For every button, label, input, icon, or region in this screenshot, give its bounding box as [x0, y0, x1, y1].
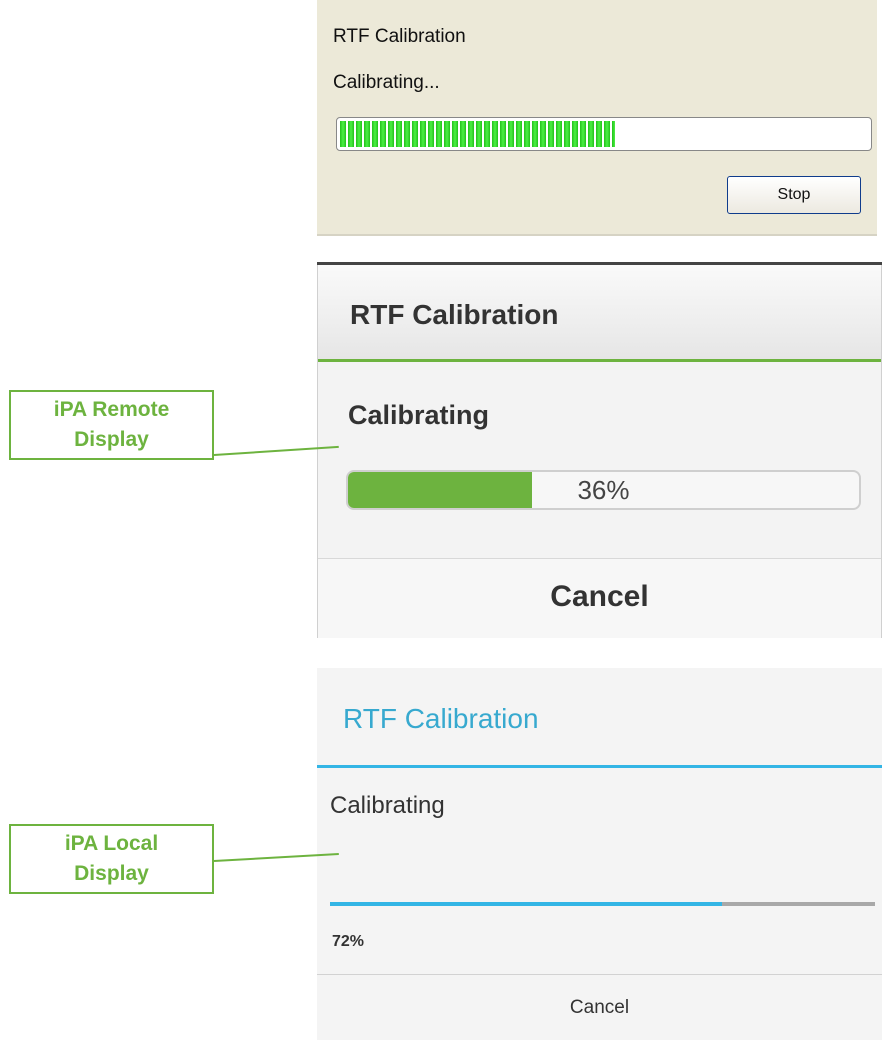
desktop-calibration-dialog: RTF Calibration Calibrating... Stop [317, 0, 877, 236]
dialog-title: RTF Calibration [343, 703, 539, 734]
callout-remote-display: iPA Remote Display [9, 390, 214, 460]
dialog-title: RTF Calibration [350, 299, 559, 330]
cancel-button[interactable]: Cancel [317, 975, 882, 1040]
status-text: Calibrating... [333, 72, 440, 93]
progress-bar [336, 117, 872, 151]
local-calibration-dialog: RTF Calibration Calibrating 72% Cancel [317, 668, 882, 1040]
title-divider [317, 765, 882, 768]
progress-bar: 36% [346, 470, 861, 510]
progress-percent: 36% [577, 475, 630, 505]
callout-local-display: iPA Local Display [9, 824, 214, 894]
status-text: Calibrating [330, 792, 445, 819]
progress-fill [330, 902, 723, 906]
progress-bar [330, 902, 875, 906]
status-text: Calibrating [348, 400, 490, 430]
stop-button[interactable]: Stop [727, 176, 861, 214]
progress-percent: 72% [332, 933, 365, 950]
remote-calibration-dialog: RTF Calibration Calibrating 36% Cancel [317, 265, 882, 638]
progress-fill [340, 121, 615, 147]
cancel-button[interactable]: Cancel [318, 558, 881, 638]
dialog-title: RTF Calibration [333, 26, 466, 47]
